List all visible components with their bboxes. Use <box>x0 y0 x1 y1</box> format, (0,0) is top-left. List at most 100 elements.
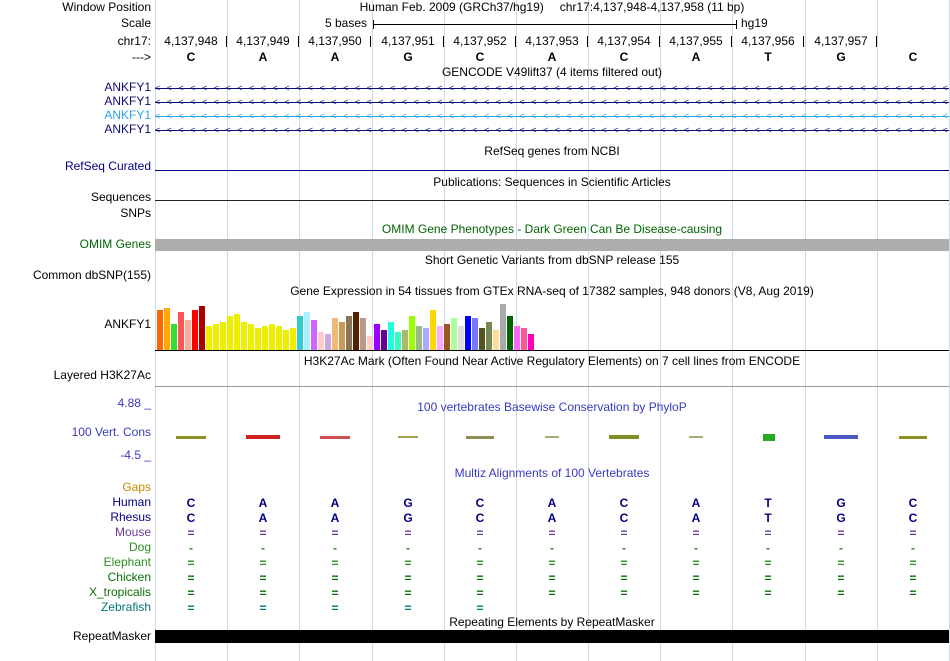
species-label[interactable]: Rhesus <box>0 511 151 524</box>
gtex-bar[interactable] <box>185 320 191 350</box>
track-title-conservation[interactable]: 100 vertebrates Basewise Conservation by… <box>155 401 949 414</box>
gtex-bar[interactable] <box>451 318 457 350</box>
label-layered-h3k27ac[interactable]: Layered H3K27Ac <box>0 369 151 382</box>
gtex-bar[interactable] <box>192 310 198 350</box>
omim-gene-bar[interactable] <box>155 239 949 251</box>
repeatmasker-item-bar[interactable] <box>155 630 949 643</box>
gtex-bar[interactable] <box>199 306 205 350</box>
strand-arrows: < < < < < < < < < < < < < < < < < < < < … <box>155 97 949 107</box>
gtex-bar[interactable] <box>367 336 373 350</box>
gene-item-label[interactable]: ANKFY1 <box>0 109 151 122</box>
refseq-item-line[interactable] <box>155 170 949 171</box>
gtex-bar[interactable] <box>521 328 527 350</box>
alignment-cell: = <box>476 601 484 615</box>
species-label[interactable]: Gaps <box>0 481 151 494</box>
gtex-bar[interactable] <box>409 316 415 350</box>
gtex-bar[interactable] <box>507 316 513 350</box>
gtex-bar[interactable] <box>360 318 366 350</box>
gtex-bar[interactable] <box>514 326 520 350</box>
gtex-bar[interactable] <box>374 324 380 350</box>
species-label[interactable]: Dog <box>0 541 151 554</box>
species-label[interactable]: Zebrafish <box>0 601 151 614</box>
gtex-bar[interactable] <box>528 334 534 350</box>
gene-item[interactable]: < < < < < < < < < < < < < < < < < < < < … <box>155 123 949 137</box>
gtex-bar[interactable] <box>311 320 317 350</box>
gtex-bar[interactable] <box>500 304 506 350</box>
track-title-dbsnp[interactable]: Short Genetic Variants from dbSNP releas… <box>155 254 949 267</box>
gtex-bar[interactable] <box>388 322 394 350</box>
label-common-dbsnp[interactable]: Common dbSNP(155) <box>0 269 151 282</box>
gtex-bar[interactable] <box>458 326 464 350</box>
track-title-multiz[interactable]: Multiz Alignments of 100 Vertebrates <box>155 467 949 480</box>
gtex-bar[interactable] <box>325 334 331 350</box>
gtex-bar[interactable] <box>472 318 478 350</box>
gtex-bar[interactable] <box>437 326 443 350</box>
gtex-bar[interactable] <box>206 326 212 350</box>
gene-item-label[interactable]: ANKFY1 <box>0 81 151 94</box>
gene-item[interactable]: < < < < < < < < < < < < < < < < < < < < … <box>155 109 949 123</box>
gtex-bar[interactable] <box>381 330 387 350</box>
species-label[interactable]: Elephant <box>0 556 151 569</box>
label-gtex-gene[interactable]: ANKFY1 <box>0 318 151 331</box>
gtex-bar[interactable] <box>220 322 226 350</box>
alignment-cell: = <box>259 571 267 585</box>
conservation-mark <box>545 436 559 438</box>
gtex-bar[interactable] <box>493 330 499 350</box>
publications-item-line[interactable] <box>155 200 949 201</box>
gtex-bar[interactable] <box>486 322 492 350</box>
gtex-bar[interactable] <box>269 324 275 350</box>
gtex-bar[interactable] <box>283 330 289 350</box>
gtex-bar[interactable] <box>227 316 233 350</box>
gene-item-label[interactable]: ANKFY1 <box>0 95 151 108</box>
gtex-bar[interactable] <box>164 308 170 350</box>
gtex-bar[interactable] <box>402 330 408 350</box>
label-refseq-curated[interactable]: RefSeq Curated <box>0 160 151 173</box>
gtex-bar[interactable] <box>297 316 303 350</box>
gtex-bar[interactable] <box>318 332 324 350</box>
gtex-bar[interactable] <box>262 326 268 350</box>
track-title-repeatmasker[interactable]: Repeating Elements by RepeatMasker <box>155 616 949 629</box>
track-title-refseq[interactable]: RefSeq genes from NCBI <box>155 145 949 158</box>
gtex-bar[interactable] <box>171 324 177 350</box>
label-cons-name[interactable]: 100 Vert. Cons <box>0 426 151 439</box>
gtex-bar[interactable] <box>178 312 184 350</box>
track-title-h3k27ac[interactable]: H3K27Ac Mark (Often Found Near Active Re… <box>155 355 949 368</box>
track-title-publications[interactable]: Publications: Sequences in Scientific Ar… <box>155 176 949 189</box>
species-label[interactable]: Chicken <box>0 571 151 584</box>
gtex-bar[interactable] <box>304 312 310 350</box>
label-sequences[interactable]: Sequences <box>0 191 151 204</box>
gtex-bar[interactable] <box>479 328 485 350</box>
gene-item[interactable]: < < < < < < < < < < < < < < < < < < < < … <box>155 81 949 95</box>
species-label[interactable]: Mouse <box>0 526 151 539</box>
gtex-bar[interactable] <box>290 328 296 350</box>
ruler-base: C <box>186 50 196 64</box>
species-label[interactable]: Human <box>0 496 151 509</box>
gtex-bar[interactable] <box>423 328 429 350</box>
gtex-bar[interactable] <box>213 324 219 350</box>
gtex-bar[interactable] <box>276 326 282 350</box>
gtex-bar[interactable] <box>255 328 261 350</box>
gtex-bar[interactable] <box>416 326 422 350</box>
gtex-bar[interactable] <box>444 324 450 350</box>
gene-item-label[interactable]: ANKFY1 <box>0 123 151 136</box>
gtex-bar[interactable] <box>332 318 338 350</box>
gtex-bar[interactable] <box>395 332 401 350</box>
gtex-bar[interactable] <box>430 310 436 350</box>
label-snps[interactable]: SNPs <box>0 207 151 220</box>
gtex-bar[interactable] <box>248 324 254 350</box>
gtex-bar[interactable] <box>346 316 352 350</box>
alignment-cell: = <box>692 586 700 600</box>
gtex-bar[interactable] <box>339 322 345 350</box>
gtex-bar[interactable] <box>465 316 471 350</box>
gtex-bar[interactable] <box>241 322 247 350</box>
gene-item[interactable]: < < < < < < < < < < < < < < < < < < < < … <box>155 95 949 109</box>
track-title-gencode[interactable]: GENCODE V49lift37 (4 items filtered out) <box>155 66 949 79</box>
species-label[interactable]: X_tropicalis <box>0 586 151 599</box>
label-repeatmasker[interactable]: RepeatMasker <box>0 630 151 643</box>
gtex-bar[interactable] <box>157 310 163 350</box>
label-omim-genes[interactable]: OMIM Genes <box>0 238 151 251</box>
gtex-bar[interactable] <box>353 312 359 350</box>
track-title-gtex[interactable]: Gene Expression in 54 tissues from GTEx … <box>155 285 949 298</box>
gtex-bar[interactable] <box>234 314 240 350</box>
track-title-omim[interactable]: OMIM Gene Phenotypes - Dark Green Can Be… <box>155 223 949 236</box>
